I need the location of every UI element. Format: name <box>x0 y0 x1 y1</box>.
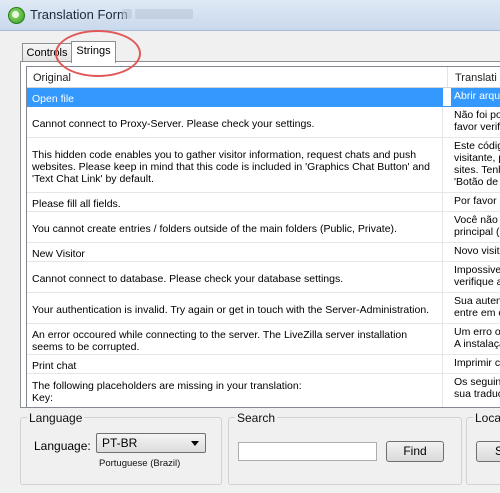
table-row[interactable]: An error occoured while connecting to th… <box>27 324 500 355</box>
cell-translation[interactable]: Sua auten entre em c <box>451 293 500 323</box>
cell-original[interactable]: The following placeholders are missing i… <box>27 374 443 407</box>
table-row[interactable]: The following placeholders are missing i… <box>27 374 500 407</box>
cell-translation[interactable]: Você não principal (P <box>451 212 500 242</box>
blurred-window-title <box>135 9 193 19</box>
language-caption: Portuguese (Brazil) <box>99 458 181 469</box>
table-row[interactable]: You cannot create entries / folders outs… <box>27 212 500 243</box>
cell-original[interactable]: New Visitor <box>27 243 443 261</box>
cell-translation[interactable]: Novo visita <box>451 243 500 261</box>
table-row[interactable]: Please fill all fields. Por favor p <box>27 193 500 212</box>
column-header-original[interactable]: Original <box>27 67 448 87</box>
language-select[interactable]: PT-BR <box>96 433 206 453</box>
table-row[interactable]: New Visitor Novo visita <box>27 243 500 262</box>
cell-translation[interactable]: Este códig visitante, p sites. Tenh 'Bot… <box>451 138 500 192</box>
local-group-title: Local <box>473 411 500 425</box>
cell-original[interactable]: You cannot create entries / folders outs… <box>27 212 443 242</box>
language-label: Language: <box>34 439 91 453</box>
cell-original[interactable]: This hidden code enables you to gather v… <box>27 138 443 192</box>
column-header-translation[interactable]: Translati <box>449 67 500 87</box>
local-group: Local S <box>466 411 500 485</box>
cell-original[interactable]: Please fill all fields. <box>27 193 443 211</box>
language-group: Language Language: PT-BR Portuguese (Bra… <box>20 411 222 485</box>
search-input[interactable] <box>238 442 377 461</box>
table-row[interactable]: Cannot connect to Proxy-Server. Please c… <box>27 107 500 138</box>
cell-translation[interactable]: Um erro oc A instalaçã <box>451 324 500 354</box>
cell-original[interactable]: Your authentication is invalid. Try agai… <box>27 293 443 323</box>
window-title: Translation Form <box>30 7 128 22</box>
cell-original[interactable]: Cannot connect to Proxy-Server. Please c… <box>27 107 443 137</box>
cell-original[interactable]: Cannot connect to database. Please check… <box>27 262 443 292</box>
chevron-down-icon[interactable] <box>191 441 199 446</box>
cell-translation[interactable]: Abrir arqui <box>451 88 500 106</box>
language-select-value: PT-BR <box>102 436 138 450</box>
cell-translation[interactable]: Os seguint sua traduçã <box>451 374 500 407</box>
cell-original[interactable]: An error occoured while connecting to th… <box>27 324 443 354</box>
table-row[interactable]: Your authentication is invalid. Try agai… <box>27 293 500 324</box>
tab-controls[interactable]: Controls <box>22 43 72 62</box>
livezilla-app-icon <box>8 7 25 24</box>
grid-header: Original Translati <box>27 67 500 88</box>
cell-translation[interactable]: Impossivel verifique a <box>451 262 500 292</box>
blurred-window-icon <box>122 9 132 19</box>
cell-translation[interactable]: Não foi po favor verifi <box>451 107 500 137</box>
table-row[interactable]: Print chat Imprimir ch <box>27 355 500 374</box>
find-button[interactable]: Find <box>386 441 444 462</box>
local-save-button[interactable]: S <box>476 441 500 462</box>
search-group: Search Find <box>228 411 462 485</box>
tab-strings[interactable]: Strings <box>71 41 116 63</box>
cell-original[interactable]: Print chat <box>27 355 443 373</box>
language-group-title: Language <box>27 411 85 425</box>
cell-translation[interactable]: Imprimir ch <box>451 355 500 373</box>
table-row[interactable]: Cannot connect to database. Please check… <box>27 262 500 293</box>
cell-translation[interactable]: Por favor p <box>451 193 500 211</box>
title-bar: Translation Form <box>0 0 500 31</box>
cell-original[interactable]: Open file <box>27 88 443 106</box>
search-group-title: Search <box>235 411 278 425</box>
table-row[interactable]: Open file Abrir arqui <box>27 88 500 107</box>
strings-grid[interactable]: Original Translati Open file Abrir arqui… <box>26 66 500 408</box>
table-row[interactable]: This hidden code enables you to gather v… <box>27 138 500 193</box>
